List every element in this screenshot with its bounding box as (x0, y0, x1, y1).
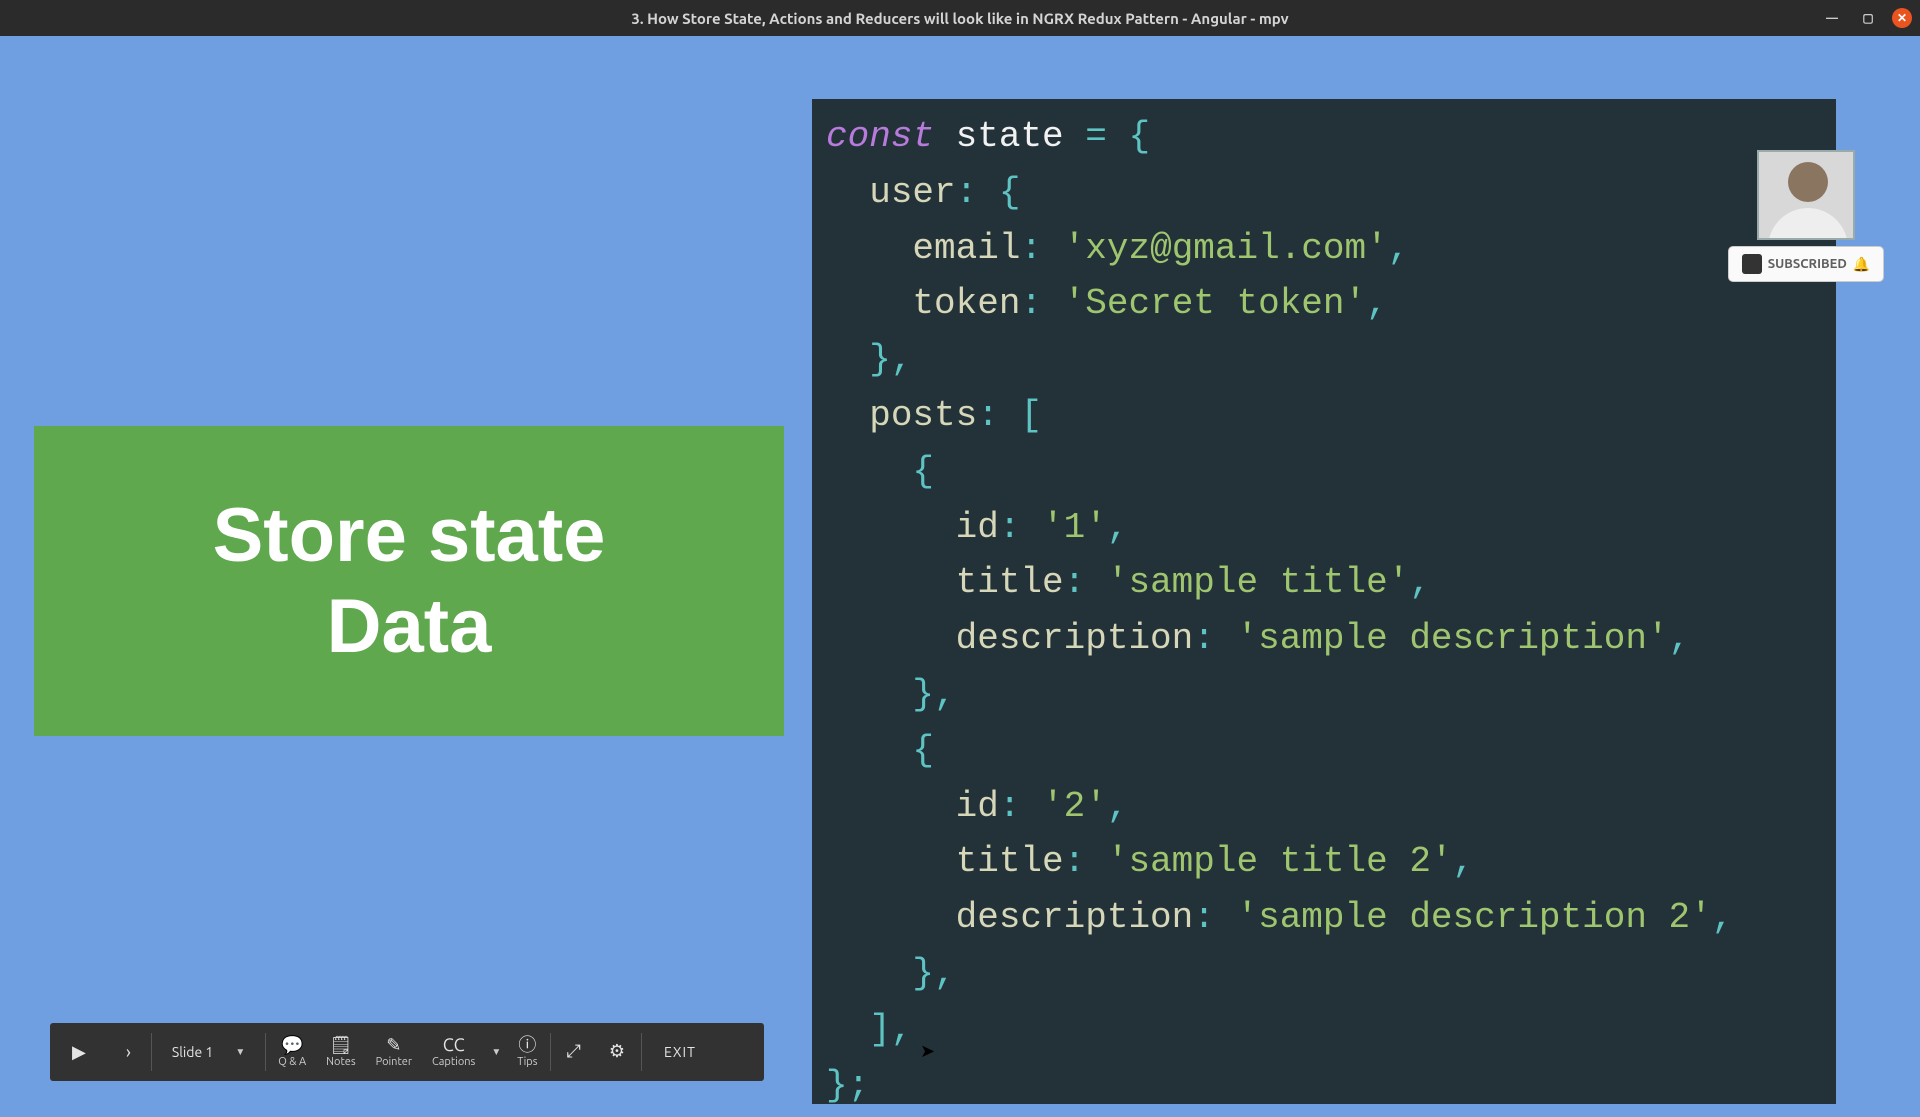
next-button[interactable]: › (108, 1042, 149, 1062)
qa-label: Q & A (278, 1056, 306, 1068)
tips-button[interactable]: ⓘ Tips (507, 1023, 547, 1081)
code-block: const state = { user: { email: 'xyz@gmai… (812, 99, 1836, 1104)
code-title1-val: 'sample title' (1107, 562, 1409, 603)
code-keyword: const (826, 116, 934, 157)
slide-title-line2: Data (327, 581, 492, 672)
pointer-icon: ✎ (386, 1036, 401, 1054)
tips-icon: ⓘ (518, 1036, 536, 1054)
subscribe-button[interactable]: SUBSCRIBED 🔔 (1728, 246, 1884, 282)
channel-avatar (1757, 150, 1855, 240)
pointer-button[interactable]: ✎ Pointer (366, 1023, 422, 1081)
captions-dropdown-icon[interactable]: ▼ (485, 1046, 507, 1058)
code-title2-val: 'sample title 2' (1107, 841, 1453, 882)
fullscreen-exit-button[interactable]: ⤢ (553, 1023, 595, 1081)
code-posts-key: posts (869, 395, 977, 436)
subscribe-label: SUBSCRIBED (1768, 257, 1847, 271)
exit-label: EXIT (664, 1044, 696, 1060)
exit-button[interactable]: EXIT (644, 1044, 716, 1060)
maximize-button[interactable]: ▢ (1856, 6, 1880, 30)
code-desc-key: description (956, 618, 1194, 659)
code-token-key: token (912, 283, 1020, 324)
bell-icon: 🔔 (1853, 256, 1870, 273)
channel-mini-icon (1742, 254, 1762, 274)
code-id-key2: id (956, 786, 999, 827)
notes-button[interactable]: 🗒 Notes (316, 1023, 365, 1081)
code-eq: = (1085, 116, 1107, 157)
tips-label: Tips (517, 1056, 537, 1068)
close-button[interactable]: ✕ (1892, 8, 1912, 28)
slide-selector-label: Slide 1 (172, 1044, 213, 1060)
captions-icon: CC (443, 1036, 465, 1054)
chevron-down-icon: ▼ (235, 1046, 245, 1058)
captions-label: Captions (432, 1056, 475, 1068)
slide-title-box: Store state Data (34, 426, 784, 736)
fullscreen-exit-icon: ⤢ (567, 1042, 581, 1060)
code-token-val: 'Secret token' (1064, 283, 1366, 324)
code-id1-val: '1' (1042, 507, 1107, 548)
code-user-key: user (869, 172, 955, 213)
slide-selector[interactable]: Slide 1 ▼ (154, 1023, 263, 1081)
minimize-button[interactable]: — (1820, 6, 1844, 30)
notes-label: Notes (326, 1056, 355, 1068)
code-varname: state (956, 116, 1064, 157)
code-id-key: id (956, 507, 999, 548)
code-id2-val: '2' (1042, 786, 1107, 827)
video-content: Store state Data const state = { user: {… (0, 36, 1920, 1117)
titlebar: 3. How Store State, Actions and Reducers… (0, 0, 1920, 36)
window-controls: — ▢ ✕ (1820, 0, 1912, 36)
notes-icon: 🗒 (329, 1036, 352, 1054)
code-desc-key2: description (956, 897, 1194, 938)
code-title-key2: title (956, 841, 1064, 882)
subscribe-overlay: SUBSCRIBED 🔔 (1728, 150, 1884, 282)
qa-icon: 💬 (281, 1036, 303, 1054)
settings-button[interactable]: ⚙ (595, 1023, 639, 1081)
code-title-key: title (956, 562, 1064, 603)
code-email-val: 'xyz@gmail.com' (1064, 228, 1388, 269)
captions-button[interactable]: CC Captions (422, 1023, 485, 1081)
code-desc1-val: 'sample description' (1236, 618, 1668, 659)
slide-title-line1: Store state (213, 490, 606, 581)
code-desc2-val: 'sample description 2' (1236, 897, 1711, 938)
gear-icon: ⚙ (609, 1042, 625, 1060)
code-email-key: email (912, 228, 1020, 269)
qa-button[interactable]: 💬 Q & A (268, 1023, 316, 1081)
presentation-toolbar: ▶ › Slide 1 ▼ 💬 Q & A 🗒 Notes ✎ Pointer … (50, 1023, 764, 1081)
window-title: 3. How Store State, Actions and Reducers… (631, 10, 1288, 27)
pointer-label: Pointer (376, 1056, 412, 1068)
play-button[interactable]: ▶ (50, 1042, 108, 1063)
